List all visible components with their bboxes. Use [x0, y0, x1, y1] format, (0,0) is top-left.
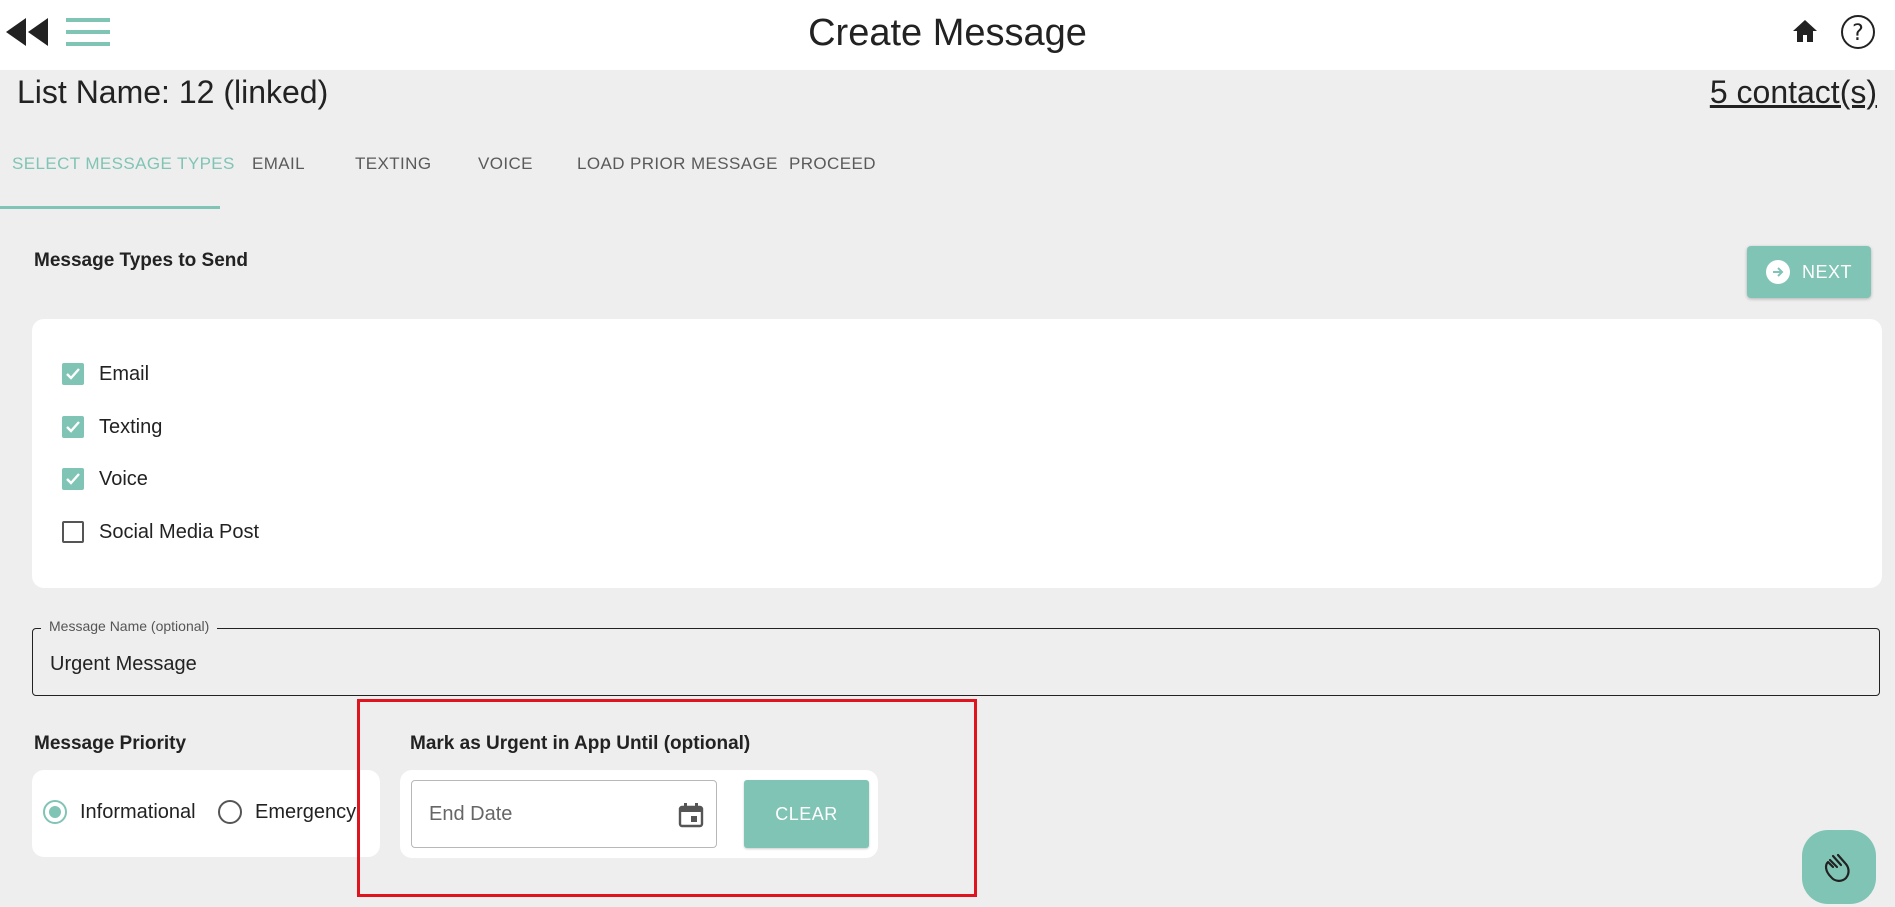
- tab-voice[interactable]: VOICE: [478, 154, 533, 174]
- message-name-value: Urgent Message: [50, 653, 197, 675]
- tab-select-message-types[interactable]: SELECT MESSAGE TYPES: [12, 154, 235, 174]
- checkbox-checked-icon: [62, 363, 84, 385]
- page-title: Create Message: [808, 12, 1087, 54]
- radio-label: Informational: [80, 800, 196, 823]
- next-label: NEXT: [1801, 261, 1852, 282]
- radio-selected-icon: [43, 800, 67, 824]
- arrow-right-circle-icon: [1765, 260, 1790, 284]
- message-types-card: Email Texting Voice Social Media Post: [32, 319, 1882, 588]
- checkbox-texting[interactable]: Texting: [62, 413, 162, 441]
- waving-hand-icon[interactable]: [1802, 830, 1876, 904]
- checkbox-label: Voice: [99, 467, 148, 490]
- checkbox-social-media-post[interactable]: Social Media Post: [62, 518, 259, 546]
- checkbox-label: Email: [99, 362, 150, 385]
- checkbox-checked-icon: [62, 468, 84, 490]
- message-name-label: Message Name (optional): [41, 618, 218, 634]
- tab-load-prior-message[interactable]: LOAD PRIOR MESSAGE: [577, 154, 778, 174]
- checkbox-email[interactable]: Email: [62, 360, 149, 388]
- home-icon[interactable]: [1790, 16, 1820, 46]
- checkbox-unchecked-icon: [62, 521, 84, 543]
- list-name: List Name: 12 (linked): [17, 74, 329, 110]
- next-button[interactable]: NEXT: [1747, 246, 1871, 298]
- tab-proceed[interactable]: PROCEED: [789, 154, 876, 174]
- active-tab-indicator: [0, 206, 220, 209]
- checkbox-label: Social Media Post: [99, 520, 260, 543]
- checkbox-checked-icon: [62, 416, 84, 438]
- message-priority-card: Informational Emergency: [32, 770, 380, 857]
- tab-texting[interactable]: TEXTING: [355, 154, 431, 174]
- tab-email[interactable]: EMAIL: [252, 154, 305, 174]
- checkbox-label: Texting: [99, 415, 163, 438]
- radio-label: Emergency: [255, 800, 357, 823]
- radio-emergency[interactable]: Emergency: [218, 800, 356, 824]
- highlight-box: [357, 699, 977, 897]
- message-name-field[interactable]: Message Name (optional) Urgent Message: [32, 618, 1880, 696]
- svg-text:?: ?: [1852, 21, 1864, 46]
- message-priority-heading: Message Priority: [34, 733, 187, 754]
- help-icon[interactable]: ?: [1840, 14, 1876, 50]
- checkbox-voice[interactable]: Voice: [62, 465, 148, 493]
- contacts-link[interactable]: 5 contact(s): [1710, 74, 1877, 111]
- radio-informational[interactable]: Informational: [43, 800, 196, 824]
- radio-unselected-icon: [218, 800, 242, 824]
- message-types-heading: Message Types to Send: [34, 250, 248, 271]
